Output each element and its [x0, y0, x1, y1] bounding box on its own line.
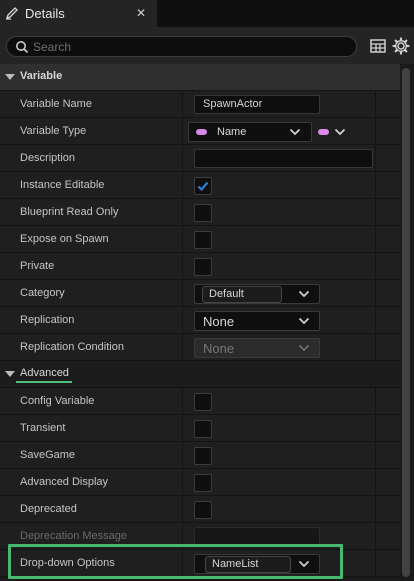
tab-label: Details	[25, 6, 65, 21]
chevron-down-icon	[298, 560, 310, 568]
property-label: Config Variable	[20, 395, 95, 407]
row-instance-editable: Instance Editable	[0, 172, 400, 199]
collapse-arrow-icon	[5, 74, 15, 80]
search-input[interactable]	[33, 38, 343, 55]
row-savegame: SaveGame	[0, 442, 400, 469]
deprecation-message-input	[194, 527, 320, 546]
chevron-down-icon	[334, 128, 346, 136]
property-label: Category	[20, 287, 65, 299]
variable-name-input[interactable]: SpawnActor	[194, 95, 320, 114]
row-blueprint-read-only: Blueprint Read Only	[0, 199, 400, 226]
property-label: Blueprint Read Only	[20, 206, 119, 218]
row-expose-on-spawn: Expose on Spawn	[0, 226, 400, 253]
property-label: Private	[20, 260, 55, 272]
table-view-icon[interactable]	[369, 37, 387, 55]
section-title: Variable	[20, 70, 63, 82]
type-pill-icon	[318, 129, 329, 135]
replication-condition-dropdown: None	[194, 338, 320, 358]
blueprint-read-only-checkbox[interactable]	[194, 204, 212, 222]
property-label: Instance Editable	[20, 179, 105, 191]
row-advanced-display: Advanced Display	[0, 469, 400, 496]
search-icon	[16, 41, 29, 54]
section-variable[interactable]: Variable	[0, 64, 400, 91]
config-variable-checkbox[interactable]	[194, 393, 212, 411]
property-label: Advanced Display	[20, 476, 109, 488]
pencil-icon	[5, 7, 18, 20]
private-checkbox[interactable]	[194, 258, 212, 276]
section-title: Advanced	[20, 367, 69, 379]
property-label: Replication Condition	[20, 341, 124, 353]
savegame-checkbox[interactable]	[194, 447, 212, 465]
property-label: Variable Name	[20, 98, 92, 110]
row-config-variable: Config Variable	[0, 388, 400, 415]
tab-bar: Details ✕	[0, 0, 414, 27]
row-dropdown-options: Drop-down Options NameList	[0, 550, 400, 577]
row-transient: Transient	[0, 415, 400, 442]
details-panel: Variable Variable Name SpawnActor Variab…	[0, 64, 400, 581]
property-label: SaveGame	[20, 449, 76, 461]
gear-icon[interactable]	[392, 37, 410, 55]
property-label: Replication	[20, 314, 75, 326]
transient-checkbox[interactable]	[194, 420, 212, 438]
row-deprecation-message: Deprecation Message	[0, 523, 400, 550]
scrollbar-thumb[interactable]	[402, 68, 410, 577]
advanced-display-checkbox[interactable]	[194, 474, 212, 492]
details-toolbar	[0, 27, 414, 64]
expose-on-spawn-checkbox[interactable]	[194, 231, 212, 249]
row-replication: Replication None	[0, 307, 400, 334]
dropdown-options-value[interactable]: NameList	[205, 556, 291, 573]
replication-dropdown[interactable]: None	[194, 311, 320, 331]
category-value[interactable]: Default	[202, 286, 282, 303]
chevron-down-icon	[289, 128, 301, 136]
collapse-arrow-icon	[5, 371, 15, 377]
property-label: Deprecated	[20, 503, 77, 515]
row-category: Category Default	[0, 280, 400, 307]
checkmark-icon	[197, 181, 209, 192]
row-replication-condition: Replication Condition None	[0, 334, 400, 361]
container-type-dropdown[interactable]	[316, 122, 350, 142]
section-advanced[interactable]: Advanced	[0, 361, 400, 388]
row-private: Private	[0, 253, 400, 280]
dropdown-options-combo[interactable]: NameList	[194, 554, 320, 574]
chevron-down-icon	[298, 344, 310, 352]
chevron-down-icon	[298, 317, 310, 325]
description-input[interactable]	[194, 149, 373, 168]
property-label: Description	[20, 152, 76, 164]
replication-value: None	[203, 314, 235, 329]
replication-condition-value: None	[203, 341, 235, 356]
variable-type-dropdown[interactable]: Name	[188, 122, 312, 142]
chevron-down-icon	[298, 290, 310, 298]
type-pill-icon	[196, 129, 207, 135]
deprecated-checkbox[interactable]	[194, 501, 212, 519]
advanced-underline	[16, 381, 72, 383]
search-box[interactable]	[6, 36, 357, 57]
property-label: Transient	[20, 422, 66, 434]
instance-editable-checkbox[interactable]	[194, 177, 212, 195]
row-deprecated: Deprecated	[0, 496, 400, 523]
row-description: Description	[0, 145, 400, 172]
row-variable-name: Variable Name SpawnActor	[0, 91, 400, 118]
property-label: Drop-down Options	[20, 557, 115, 569]
category-combo[interactable]: Default	[194, 284, 320, 304]
property-label: Variable Type	[20, 125, 87, 137]
row-variable-type: Variable Type Name	[0, 118, 400, 145]
property-label: Deprecation Message	[20, 530, 128, 542]
variable-type-value: Name	[217, 126, 247, 138]
close-icon[interactable]: ✕	[133, 5, 149, 21]
tab-details[interactable]: Details ✕	[0, 0, 157, 27]
property-label: Expose on Spawn	[20, 233, 109, 245]
